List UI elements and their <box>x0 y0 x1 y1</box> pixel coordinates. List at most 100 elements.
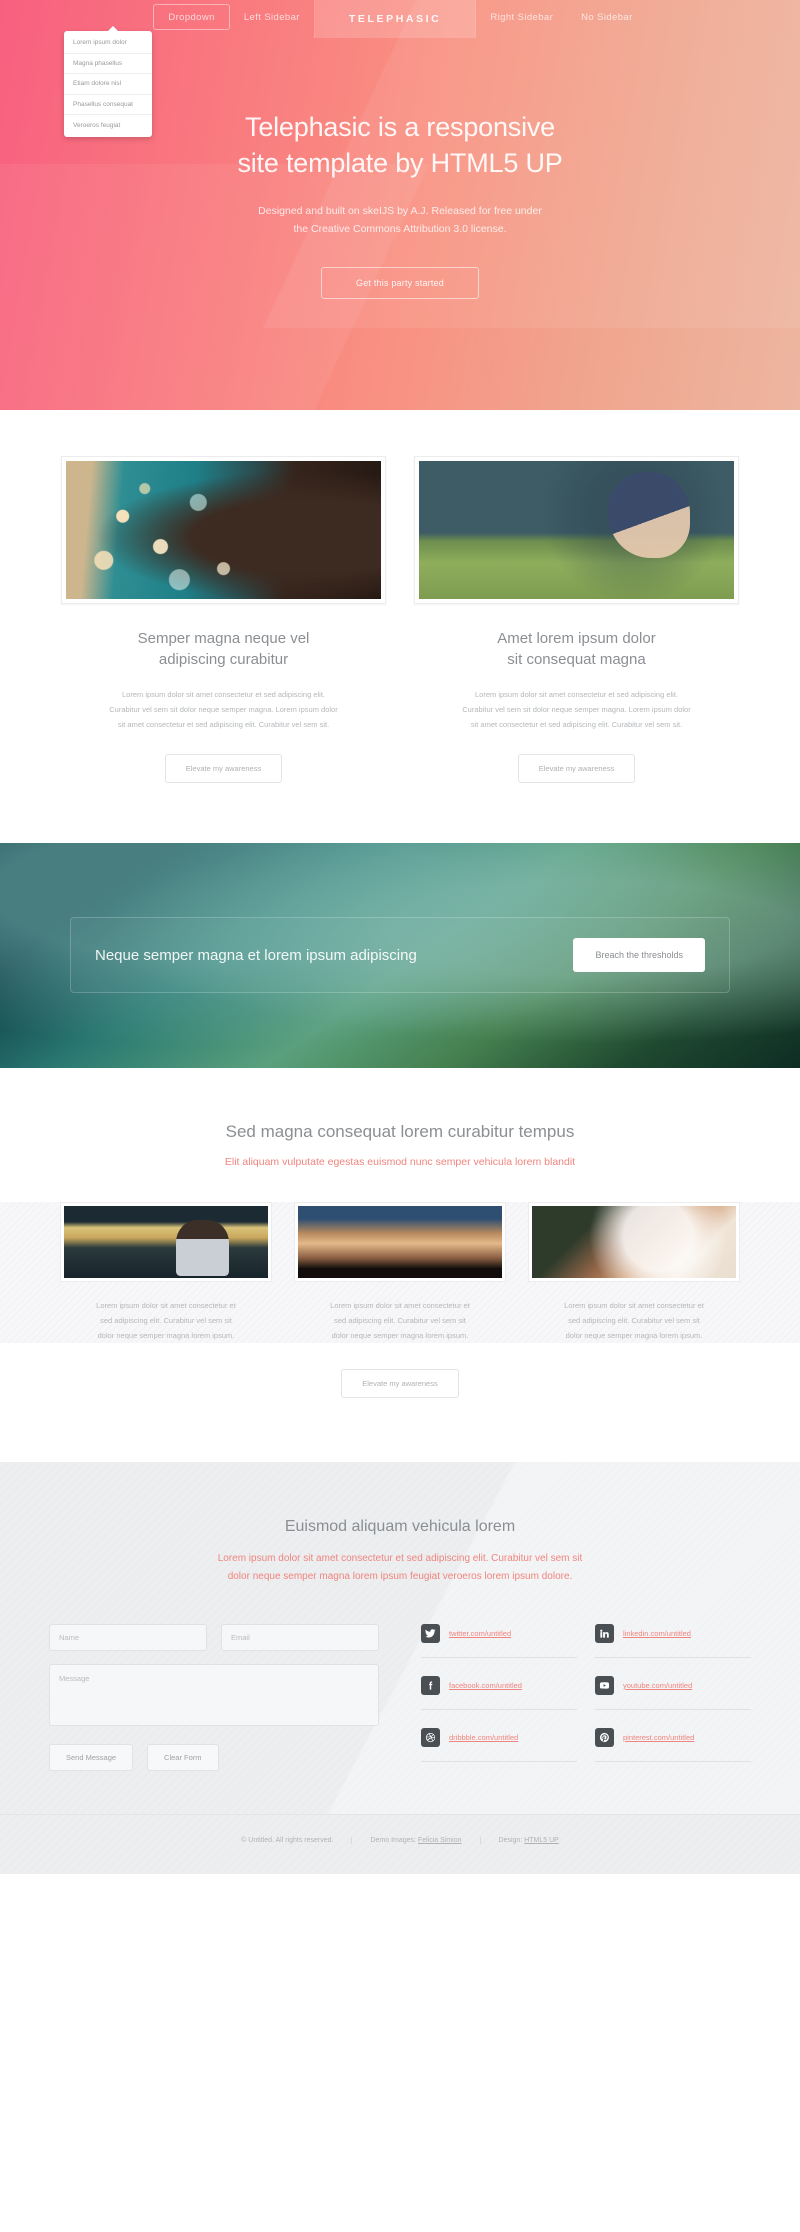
social-link-label[interactable]: twitter.com/untitled <box>449 1629 511 1638</box>
footer-design-label: Design: <box>498 1836 523 1844</box>
page-footer: © Untitled. All rights reserved. Demo Im… <box>0 1813 800 1874</box>
gallery-body-line3: dolor neque semper magna lorem ipsum. <box>565 1330 703 1340</box>
social-item-facebook[interactable]: facebook.com/untitled <box>421 1675 577 1710</box>
social-item-dribbble[interactable]: dribbble.com/untitled <box>421 1727 577 1762</box>
gallery-item-body: Lorem ipsum dolor sit amet consectetur e… <box>294 1298 506 1343</box>
gallery-body-line2: sed adipiscing elit. Curabitur vel sem s… <box>334 1315 466 1325</box>
feature-title-line1: Semper magna neque vel <box>137 630 310 647</box>
nav-item-brand[interactable]: TELEPHASIC <box>314 0 476 38</box>
man-blowing-bubbles-photo <box>66 461 381 599</box>
social-row: twitter.com/untitled linkedin.com/untitl… <box>421 1623 751 1658</box>
dropdown-item[interactable]: Magna phasellus <box>64 54 152 75</box>
social-item-pinterest[interactable]: pinterest.com/untitled <box>595 1727 751 1762</box>
contact-title: Euismod aliquam vehicula lorem <box>284 1517 516 1535</box>
brand-label: TELEPHASIC <box>348 13 442 25</box>
social-link-label[interactable]: linkedin.com/untitled <box>623 1629 691 1638</box>
feature-title-line2: adipiscing curabitur <box>158 651 289 669</box>
social-link-label[interactable]: facebook.com/untitled <box>449 1681 522 1690</box>
footer-demo-images: Demo Images: Felicia Simion <box>352 1836 481 1844</box>
social-link-label[interactable]: dribbble.com/untitled <box>449 1733 518 1742</box>
gallery-image-frame <box>528 1201 740 1282</box>
social-item-youtube[interactable]: youtube.com/untitled <box>595 1675 751 1710</box>
contact-subtitle-line1: Lorem ipsum dolor sit amet consectetur e… <box>217 1552 583 1564</box>
nav-item-no-sidebar[interactable]: No Sidebar <box>567 4 647 30</box>
dropdown-menu[interactable]: Lorem ipsum dolor Magna phasellus Etiam … <box>64 26 152 137</box>
gallery-image-frame <box>60 1201 272 1282</box>
youtube-icon <box>595 1675 614 1695</box>
dribbble-icon <box>421 1727 440 1747</box>
train-station-photo <box>64 1205 268 1278</box>
cta-banner-text: Neque semper magna et lorem ipsum adipis… <box>95 946 417 964</box>
cta-banner-button[interactable]: Breach the thresholds <box>573 938 705 973</box>
gallery-item: Lorem ipsum dolor sit amet consectetur e… <box>528 1201 740 1343</box>
woman-with-flowers-photo <box>532 1205 736 1278</box>
cta-banner-box: Neque semper magna et lorem ipsum adipis… <box>70 917 730 994</box>
feature-body: Lorem ipsum dolor sit amet consectetur e… <box>414 687 739 732</box>
nav-item-label: Left Sidebar <box>243 11 300 23</box>
social-link-label[interactable]: pinterest.com/untitled <box>623 1733 694 1742</box>
social-item-twitter[interactable]: twitter.com/untitled <box>421 1623 577 1658</box>
contact-form-buttons: Send Message Clear Form <box>49 1743 379 1771</box>
linkedin-icon <box>595 1623 614 1643</box>
features-section: Semper magna neque vel adipiscing curabi… <box>0 410 800 843</box>
features-row: Semper magna neque vel adipiscing curabi… <box>0 456 800 783</box>
contact-subtitle-line2: dolor neque semper magna lorem ipsum feu… <box>227 1570 573 1582</box>
footer-list: © Untitled. All rights reserved. Demo Im… <box>0 1836 800 1844</box>
feature-body-line1: Lorem ipsum dolor sit amet consectetur e… <box>121 689 325 699</box>
clear-form-button[interactable]: Clear Form <box>147 1743 219 1771</box>
feature-cta-button[interactable]: Elevate my awareness <box>164 753 283 783</box>
contact-columns: Send Message Clear Form twitter.com/unti… <box>0 1623 800 1780</box>
feature-title: Semper magna neque vel adipiscing curabi… <box>61 628 386 671</box>
dropdown-item[interactable]: Phasellus consequat <box>64 95 152 116</box>
gallery-body-line2: sed adipiscing elit. Curabitur vel sem s… <box>568 1315 700 1325</box>
footer-design: Design: HTML5 UP <box>481 1837 577 1844</box>
footer-copyright: © Untitled. All rights reserved. <box>223 1836 353 1844</box>
nav-item-label: No Sidebar <box>581 11 633 23</box>
contact-form-row <box>49 1623 379 1651</box>
gallery-cta-button[interactable]: Elevate my awareness <box>341 1368 459 1398</box>
footer-demo-link[interactable]: Felicia Simion <box>418 1837 462 1844</box>
name-input[interactable] <box>49 1623 207 1651</box>
nav-item-right-sidebar[interactable]: Right Sidebar <box>476 4 567 30</box>
send-message-button[interactable]: Send Message <box>49 1743 134 1771</box>
hero-section: Dropdown Left Sidebar TELEPHASIC Right S… <box>0 0 800 410</box>
feature-cta-button[interactable]: Elevate my awareness <box>517 753 636 783</box>
twitter-icon <box>421 1623 440 1643</box>
gallery-item-body: Lorem ipsum dolor sit amet consectetur e… <box>528 1298 740 1343</box>
social-link-label[interactable]: youtube.com/untitled <box>623 1681 692 1690</box>
feature-body: Lorem ipsum dolor sit amet consectetur e… <box>61 687 386 732</box>
cta-banner-section: Neque semper magna et lorem ipsum adipis… <box>0 842 800 1068</box>
dropdown-item[interactable]: Lorem ipsum dolor <box>64 33 152 54</box>
feature-card: Amet lorem ipsum dolor sit consequat mag… <box>414 456 739 783</box>
hero-heading-line2: site template by HTML5 UP <box>237 147 563 178</box>
nav-item-left-sidebar[interactable]: Left Sidebar <box>230 4 314 30</box>
gallery-body-line1: Lorem ipsum dolor sit amet consectetur e… <box>564 1300 704 1310</box>
gallery-title: Sed magna consequat lorem curabitur temp… <box>225 1121 575 1141</box>
social-item-linkedin[interactable]: linkedin.com/untitled <box>595 1623 751 1658</box>
wind-turbines-photo <box>298 1205 502 1278</box>
hero-paragraph-line2: the Creative Commons Attribution 3.0 lic… <box>293 223 507 236</box>
gallery-body-line3: dolor neque semper magna lorem ipsum. <box>97 1330 235 1340</box>
facebook-icon <box>421 1675 440 1695</box>
dropdown-item[interactable]: Veroeros feugiat <box>64 115 152 135</box>
nav-item-dropdown[interactable]: Dropdown <box>153 4 230 30</box>
message-textarea[interactable] <box>49 1663 379 1726</box>
feature-body-line2: Curabitur vel sem sit dolor neque semper… <box>109 704 338 714</box>
nav-item-label: Right Sidebar <box>490 11 554 23</box>
feature-body-line3: sit amet consectetur et sed adipiscing e… <box>470 719 683 729</box>
footer-design-link[interactable]: HTML5 UP <box>524 1837 559 1844</box>
feature-body-line1: Lorem ipsum dolor sit amet consectetur e… <box>474 689 678 699</box>
email-input[interactable] <box>221 1623 379 1651</box>
feature-image-frame <box>61 456 386 604</box>
gallery-item: Lorem ipsum dolor sit amet consectetur e… <box>60 1201 272 1343</box>
dropdown-item[interactable]: Etiam dolore nisl <box>64 74 152 95</box>
gallery-body-line3: dolor neque semper magna lorem ipsum. <box>331 1330 469 1340</box>
feature-title: Amet lorem ipsum dolor sit consequat mag… <box>414 628 739 671</box>
hero-paragraph: Designed and built on skeIJS by A.J. Rel… <box>0 202 800 239</box>
contact-subtitle: Lorem ipsum dolor sit amet consectetur e… <box>0 1550 800 1586</box>
hero-cta-button[interactable]: Get this party started <box>321 266 479 299</box>
feature-card: Semper magna neque vel adipiscing curabi… <box>61 456 386 783</box>
gallery-body-line1: Lorem ipsum dolor sit amet consectetur e… <box>330 1300 470 1310</box>
nav-item-label: Dropdown <box>168 11 215 23</box>
feature-title-line2: sit consequat magna <box>507 651 646 669</box>
